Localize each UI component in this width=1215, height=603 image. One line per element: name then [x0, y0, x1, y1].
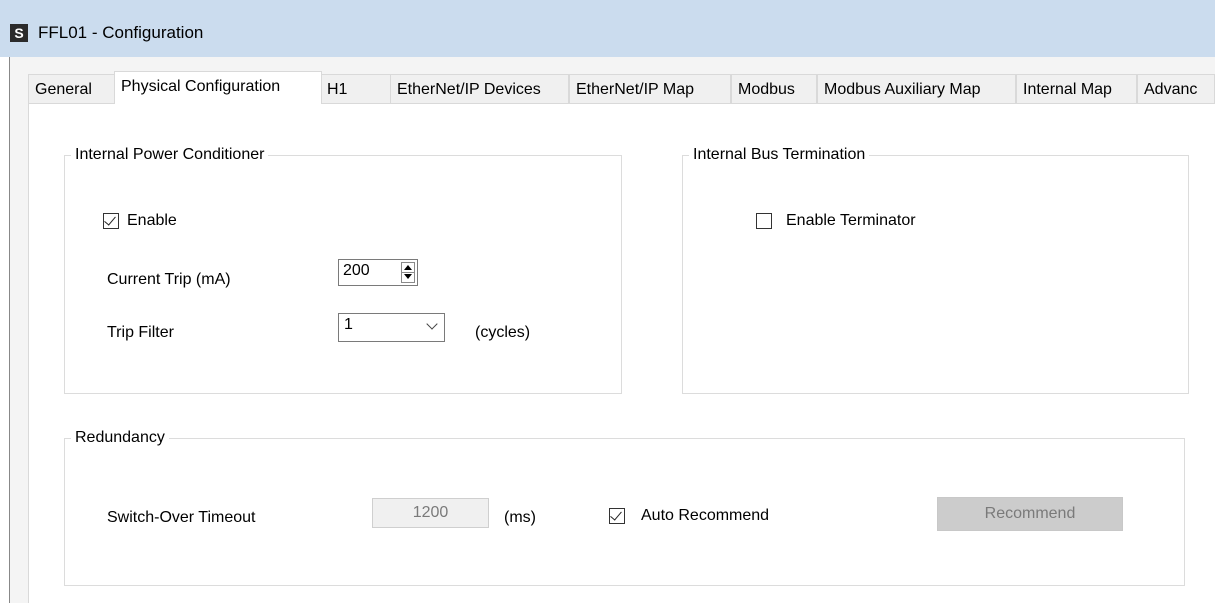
current-trip-label: Current Trip (mA): [107, 271, 231, 288]
tab-modbus[interactable]: Modbus: [731, 74, 817, 103]
tab-modbus-auxiliary-map[interactable]: Modbus Auxiliary Map: [817, 74, 1016, 103]
auto-recommend-label: Auto Recommend: [641, 507, 770, 524]
current-trip-stepper[interactable]: 200: [338, 259, 418, 286]
auto-recommend-checkbox[interactable]: [609, 508, 625, 524]
physical-configuration-panel: Internal Power Conditioner Enable Curren…: [28, 103, 1215, 603]
recommend-button[interactable]: Recommend: [937, 497, 1123, 531]
enable-checkbox[interactable]: [103, 213, 119, 229]
chevron-down-icon: [426, 318, 438, 330]
switchover-timeout-field: 1200: [372, 498, 489, 528]
bus-termination-group: Internal Bus Termination Enable Terminat…: [682, 145, 1189, 394]
tab-ethernet-ip-devices[interactable]: EtherNet/IP Devices: [390, 74, 569, 103]
arrow-up-icon[interactable]: [404, 265, 412, 270]
current-trip-value: 200: [343, 262, 370, 279]
tab-internal-map[interactable]: Internal Map: [1016, 74, 1137, 103]
checkmark-icon: [610, 508, 622, 521]
tab-h1[interactable]: H1: [320, 74, 391, 103]
enable-terminator-label: Enable Terminator: [786, 212, 916, 229]
trip-filter-label: Trip Filter: [107, 324, 174, 341]
trip-filter-value: 1: [344, 316, 353, 333]
tab-advanced[interactable]: Advanc: [1137, 74, 1215, 103]
redundancy-group: Redundancy Switch-Over Timeout 1200 (ms)…: [64, 428, 1185, 586]
app-logo-icon: S: [10, 24, 28, 42]
window-title: FFL01 - Configuration: [38, 23, 204, 42]
enable-label: Enable: [127, 212, 177, 229]
switchover-timeout-label: Switch-Over Timeout: [107, 509, 256, 526]
power-conditioner-title: Internal Power Conditioner: [71, 145, 269, 165]
checkmark-icon: [104, 213, 116, 226]
trip-filter-select[interactable]: 1: [338, 313, 445, 342]
spin-buttons[interactable]: [401, 262, 415, 283]
arrow-down-icon[interactable]: [404, 274, 412, 279]
tab-physical-configuration[interactable]: Physical Configuration: [114, 71, 322, 104]
trip-filter-unit: (cycles): [475, 324, 531, 341]
power-conditioner-group: Internal Power Conditioner Enable Curren…: [64, 145, 622, 394]
enable-terminator-checkbox[interactable]: [756, 213, 772, 229]
title-bar: S FFL01 - Configuration: [0, 0, 1215, 57]
tab-ethernet-ip-map[interactable]: EtherNet/IP Map: [569, 74, 731, 103]
bus-termination-title: Internal Bus Termination: [689, 145, 870, 165]
switchover-timeout-unit: (ms): [504, 509, 536, 526]
tab-general[interactable]: General: [28, 74, 116, 103]
spin-divider: [402, 272, 414, 273]
redundancy-title: Redundancy: [71, 428, 169, 448]
